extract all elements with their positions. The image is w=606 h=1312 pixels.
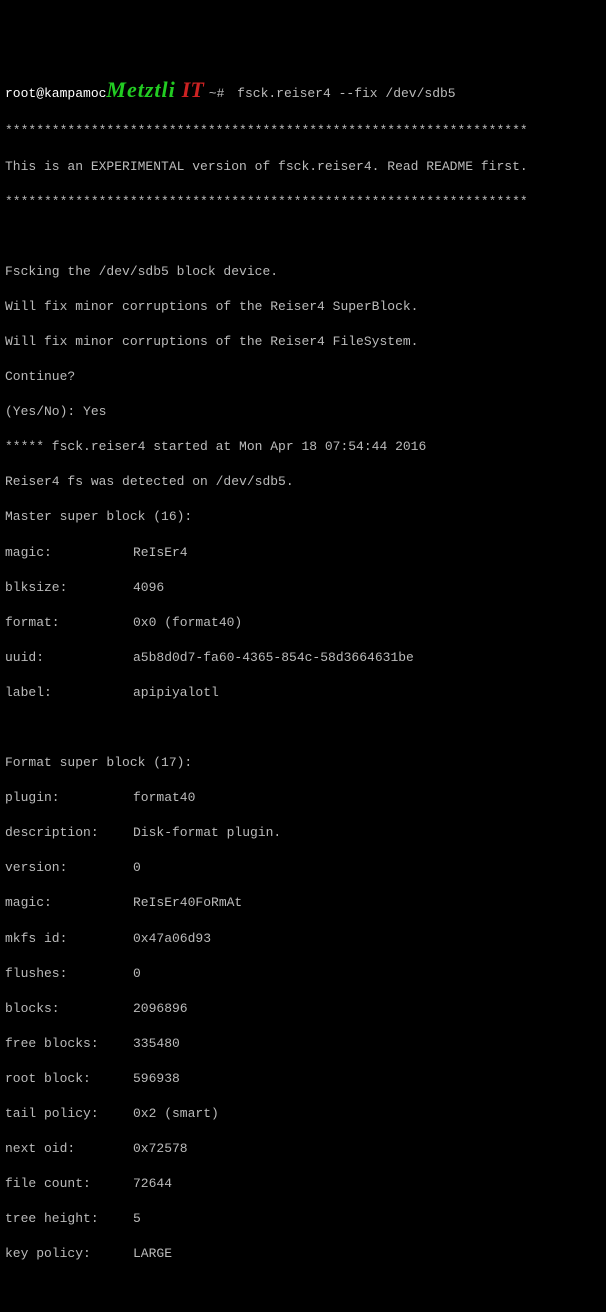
key-label: next oid: bbox=[5, 1140, 133, 1158]
value-text: format40 bbox=[133, 789, 195, 807]
value-text: ReIsEr4 bbox=[133, 544, 188, 562]
command-text: fsck.reiser4 --fix /dev/sdb5 bbox=[237, 85, 455, 103]
master-header: Master super block (16): bbox=[5, 508, 601, 526]
master-format-row: format:0x0 (format40) bbox=[5, 614, 601, 632]
format-treeheight-row: tree height:5 bbox=[5, 1210, 601, 1228]
format-plugin-row: plugin:format40 bbox=[5, 789, 601, 807]
blank-line bbox=[5, 1281, 601, 1299]
user-host: root@kampamoc bbox=[5, 85, 106, 103]
master-magic-row: magic:ReIsEr4 bbox=[5, 544, 601, 562]
format-header: Format super block (17): bbox=[5, 754, 601, 772]
key-label: blksize: bbox=[5, 579, 133, 597]
value-text: 72644 bbox=[133, 1175, 172, 1193]
value-text: ReIsEr40FoRmAt bbox=[133, 894, 242, 912]
value-text: 0x72578 bbox=[133, 1140, 188, 1158]
value-text: 0 bbox=[133, 859, 141, 877]
format-description-row: description:Disk-format plugin. bbox=[5, 824, 601, 842]
key-label: flushes: bbox=[5, 965, 133, 983]
value-text: LARGE bbox=[133, 1245, 172, 1263]
master-uuid-row: uuid:a5b8d0d7-fa60-4365-854c-58d3664631b… bbox=[5, 649, 601, 667]
value-text: 596938 bbox=[133, 1070, 180, 1088]
key-label: tail policy: bbox=[5, 1105, 133, 1123]
value-text: 0x0 (format40) bbox=[133, 614, 242, 632]
format-filecount-row: file count:72644 bbox=[5, 1175, 601, 1193]
format-flushes-row: flushes:0 bbox=[5, 965, 601, 983]
key-label: mkfs id: bbox=[5, 930, 133, 948]
command-prefix: ~# bbox=[209, 85, 232, 103]
info-superblock: Will fix minor corruptions of the Reiser… bbox=[5, 298, 601, 316]
key-label: key policy: bbox=[5, 1245, 133, 1263]
format-freeblocks-row: free blocks:335480 bbox=[5, 1035, 601, 1053]
key-label: blocks: bbox=[5, 1000, 133, 1018]
key-label: tree height: bbox=[5, 1210, 133, 1228]
format-version-row: version:0 bbox=[5, 859, 601, 877]
value-text: 0x2 (smart) bbox=[133, 1105, 219, 1123]
value-text: 0 bbox=[133, 965, 141, 983]
key-label: magic: bbox=[5, 544, 133, 562]
key-label: file count: bbox=[5, 1175, 133, 1193]
format-mkfsid-row: mkfs id:0x47a06d93 bbox=[5, 930, 601, 948]
key-label: plugin: bbox=[5, 789, 133, 807]
value-text: 2096896 bbox=[133, 1000, 188, 1018]
value-text: a5b8d0d7-fa60-4365-854c-58d3664631be bbox=[133, 649, 414, 667]
key-label: root block: bbox=[5, 1070, 133, 1088]
format-rootblock-row: root block:596938 bbox=[5, 1070, 601, 1088]
key-label: uuid: bbox=[5, 649, 133, 667]
blank-line bbox=[5, 228, 601, 246]
value-text: 4096 bbox=[133, 579, 164, 597]
blank-line bbox=[5, 719, 601, 737]
info-answer: (Yes/No): Yes bbox=[5, 403, 601, 421]
info-continue: Continue? bbox=[5, 368, 601, 386]
key-label: label: bbox=[5, 684, 133, 702]
value-text: apipiyalotl bbox=[133, 684, 219, 702]
info-detected: Reiser4 fs was detected on /dev/sdb5. bbox=[5, 473, 601, 491]
banner-message: This is an EXPERIMENTAL version of fsck.… bbox=[5, 158, 601, 176]
master-blksize-row: blksize:4096 bbox=[5, 579, 601, 597]
value-text: 0x47a06d93 bbox=[133, 930, 211, 948]
logo-it: IT bbox=[182, 75, 204, 105]
logo-metztli: Metztli bbox=[106, 75, 175, 105]
master-label-row: label:apipiyalotl bbox=[5, 684, 601, 702]
format-nextoid-row: next oid:0x72578 bbox=[5, 1140, 601, 1158]
value-text: 335480 bbox=[133, 1035, 180, 1053]
key-label: free blocks: bbox=[5, 1035, 133, 1053]
key-label: format: bbox=[5, 614, 133, 632]
format-tailpolicy-row: tail policy:0x2 (smart) bbox=[5, 1105, 601, 1123]
value-text: Disk-format plugin. bbox=[133, 824, 281, 842]
format-blocks-row: blocks:2096896 bbox=[5, 1000, 601, 1018]
logo: Metztli IT bbox=[106, 75, 203, 105]
banner-stars-bottom: ****************************************… bbox=[5, 193, 601, 211]
info-started: ***** fsck.reiser4 started at Mon Apr 18… bbox=[5, 438, 601, 456]
key-label: magic: bbox=[5, 894, 133, 912]
value-text: 5 bbox=[133, 1210, 141, 1228]
key-label: version: bbox=[5, 859, 133, 877]
format-magic-row: magic:ReIsEr40FoRmAt bbox=[5, 894, 601, 912]
info-fscking: Fscking the /dev/sdb5 block device. bbox=[5, 263, 601, 281]
terminal-prompt-line: root@kampamoc Metztli IT ~# fsck.reiser4… bbox=[5, 75, 601, 105]
key-label: description: bbox=[5, 824, 133, 842]
banner-stars-top: ****************************************… bbox=[5, 122, 601, 140]
format-keypolicy-row: key policy:LARGE bbox=[5, 1245, 601, 1263]
info-filesystem: Will fix minor corruptions of the Reiser… bbox=[5, 333, 601, 351]
